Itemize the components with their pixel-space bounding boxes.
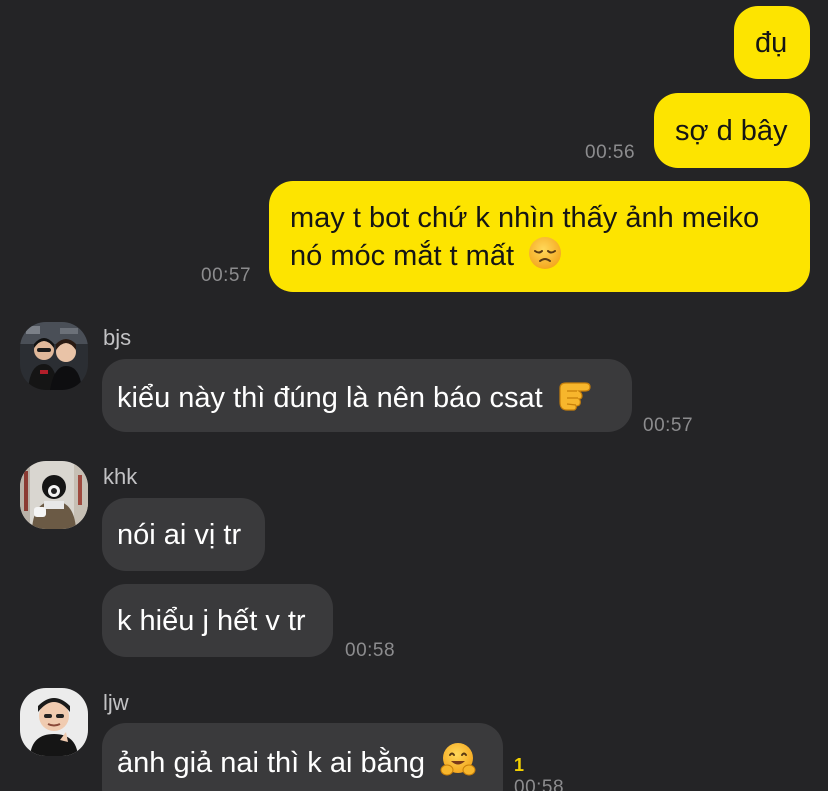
message-timestamp: 00:58 bbox=[514, 777, 565, 791]
message-timestamp: 00:57 bbox=[643, 415, 694, 436]
message-timestamp: 00:56 bbox=[585, 142, 636, 163]
message-text-line: may t bot chứ k nhìn thấy ảnh meiko bbox=[290, 202, 760, 234]
hugging-face-emoji bbox=[439, 742, 477, 787]
outgoing-message-bubble[interactable]: sợ d bây bbox=[654, 93, 810, 168]
sender-name: bjs bbox=[103, 325, 132, 350]
message-text: kiểu này thì đúng là nên báo csat bbox=[117, 382, 543, 415]
incoming-message-bubble[interactable]: nói ai vị tr bbox=[102, 498, 265, 571]
incoming-message-bubble[interactable]: kiểu này thì đúng là nên báo csat bbox=[102, 359, 632, 432]
sender-name: ljw bbox=[103, 690, 129, 715]
message-timestamp: 00:57 bbox=[201, 265, 252, 286]
message-text: đụ bbox=[755, 27, 788, 59]
photo-two-people-avatar[interactable] bbox=[20, 322, 88, 390]
disappointed-face-emoji bbox=[528, 236, 562, 279]
message-text: ảnh giả nai thì k ai bằng bbox=[117, 747, 425, 780]
photo-person-outdoors-avatar[interactable] bbox=[20, 461, 88, 529]
backhand-pointing-right-emoji bbox=[557, 378, 593, 421]
sender-name: khk bbox=[103, 464, 138, 489]
incoming-message-bubble[interactable]: k hiểu j hết v tr bbox=[102, 584, 333, 657]
photo-person-cartoon-avatar[interactable] bbox=[20, 688, 88, 756]
message-timestamp: 00:58 bbox=[345, 640, 396, 661]
message-text: k hiểu j hết v tr bbox=[117, 605, 306, 637]
outgoing-message-bubble[interactable]: đụ bbox=[734, 6, 810, 79]
message-text: sợ d bây bbox=[675, 115, 788, 147]
message-text: nói ai vị tr bbox=[117, 519, 242, 551]
message-text-line-with-emoji: nó móc mắt t mất bbox=[290, 236, 810, 279]
outgoing-message-bubble[interactable]: may t bot chứ k nhìn thấy ảnh meiko nó m… bbox=[269, 181, 810, 292]
incoming-message-bubble[interactable]: ảnh giả nai thì k ai bằng bbox=[102, 723, 503, 791]
unread-count: 1 bbox=[514, 755, 525, 775]
message-text: nó móc mắt t mất bbox=[290, 240, 515, 273]
chat-window[interactable]: đụ 00:56 sợ d bây 00:57 may t bot chứ k … bbox=[0, 0, 828, 791]
